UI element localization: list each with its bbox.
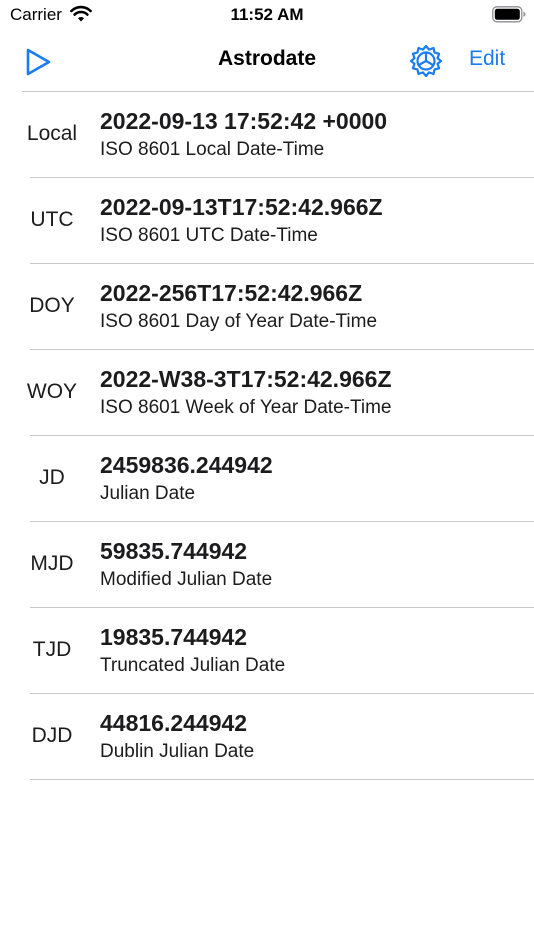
row-value: 2022-09-13 17:52:42 +0000	[100, 108, 388, 134]
row-value: 2022-W38-3T17:52:42.966Z	[100, 366, 392, 392]
list-item-utc[interactable]: UTC 2022-09-13T17:52:42.966Z ISO 8601 UT…	[0, 178, 534, 264]
row-description: Dublin Julian Date	[100, 741, 255, 762]
row-key: JD	[39, 466, 65, 489]
edit-button[interactable]: Edit	[469, 47, 505, 71]
gear-icon	[409, 44, 443, 78]
row-description: ISO 8601 UTC Date-Time	[100, 225, 318, 246]
battery-icon	[492, 6, 526, 24]
row-value: 2022-09-13T17:52:42.966Z	[100, 194, 383, 220]
row-divider	[30, 779, 534, 780]
status-bar: Carrier 11:52 AM	[0, 0, 534, 30]
row-key: DOY	[29, 294, 75, 317]
list-item-mjd[interactable]: MJD 59835.744942 Modified Julian Date	[0, 522, 534, 608]
date-list: Local 2022-09-13 17:52:42 +0000 ISO 8601…	[0, 92, 534, 780]
status-time: 11:52 AM	[230, 5, 304, 24]
row-value: 2022-256T17:52:42.966Z	[100, 280, 363, 306]
list-item-jd[interactable]: JD 2459836.244942 Julian Date	[0, 436, 534, 522]
row-value: 2459836.244942	[100, 452, 273, 478]
row-value: 59835.744942	[100, 538, 248, 564]
row-description: Truncated Julian Date	[100, 655, 286, 676]
list-item-woy[interactable]: WOY 2022-W38-3T17:52:42.966Z ISO 8601 We…	[0, 350, 534, 436]
row-key: WOY	[26, 380, 78, 403]
row-description: ISO 8601 Day of Year Date-Time	[100, 311, 378, 332]
row-description: Julian Date	[100, 483, 196, 504]
page-title: Astrodate	[217, 47, 317, 70]
list-item-doy[interactable]: DOY 2022-256T17:52:42.966Z ISO 8601 Day …	[0, 264, 534, 350]
list-item-local[interactable]: Local 2022-09-13 17:52:42 +0000 ISO 8601…	[0, 92, 534, 178]
navigation-bar: Astrodate Edit	[0, 30, 534, 92]
row-description: Modified Julian Date	[100, 569, 273, 590]
row-value: 19835.744942	[100, 624, 248, 650]
list-item-djd[interactable]: DJD 44816.244942 Dublin Julian Date	[0, 694, 534, 780]
row-value: 44816.244942	[100, 710, 248, 736]
settings-button[interactable]	[408, 43, 444, 79]
list-item-tjd[interactable]: TJD 19835.744942 Truncated Julian Date	[0, 608, 534, 694]
row-key: MJD	[30, 552, 74, 575]
row-key: Local	[26, 122, 78, 145]
row-description: ISO 8601 Week of Year Date-Time	[100, 397, 392, 418]
row-description: ISO 8601 Local Date-Time	[100, 139, 325, 160]
row-key: TJD	[32, 638, 72, 661]
row-key: UTC	[30, 208, 74, 231]
row-key: DJD	[31, 724, 73, 747]
